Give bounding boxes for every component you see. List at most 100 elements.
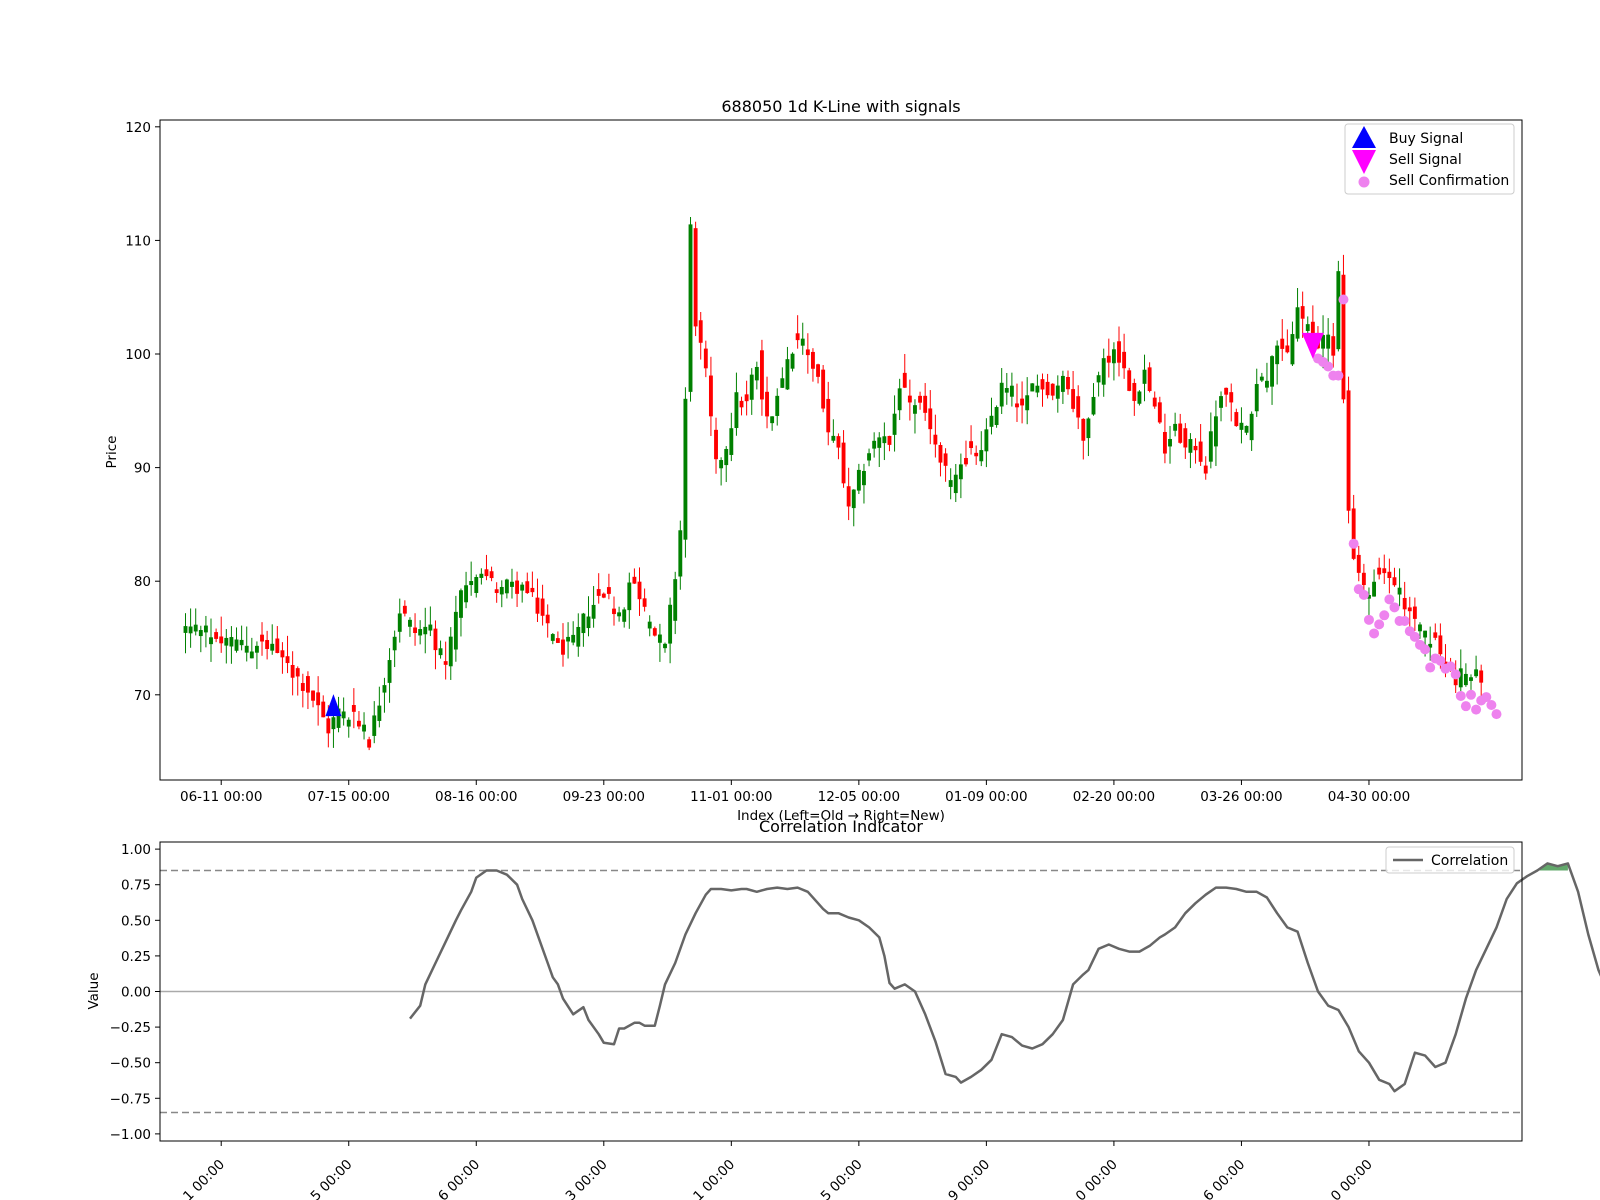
candle-body <box>469 581 474 586</box>
correlation-x-tick-label: 1 00:00 <box>180 1157 228 1200</box>
candle-body <box>790 353 795 369</box>
candle-body <box>1030 383 1035 392</box>
candle-body <box>1249 413 1254 441</box>
candle-body <box>1438 635 1443 655</box>
candle-body <box>209 637 213 645</box>
kline-x-tick-label: 04-30 00:00 <box>1328 789 1410 805</box>
candle-body <box>1009 385 1014 397</box>
candle-body <box>1147 367 1152 391</box>
candle-body <box>826 398 831 433</box>
candle-body <box>489 571 494 579</box>
candle-body <box>714 429 718 460</box>
candle-body <box>1020 398 1025 406</box>
candle-body <box>1015 403 1019 408</box>
candle-body <box>606 587 611 594</box>
candle-body <box>759 350 764 400</box>
candle-body <box>1290 334 1295 365</box>
candle-body <box>841 442 846 484</box>
candle-body <box>1259 376 1264 381</box>
candle-body <box>1295 307 1300 339</box>
sell-confirmation-marker <box>1455 690 1466 701</box>
correlation-plot: 1.00 0.75 0.50 0.25 0.00 −0.25 −0.50 −0.75 −1.00… <box>86 817 1600 1200</box>
candle-body <box>198 630 203 637</box>
candle-body <box>744 394 749 402</box>
correlation-legend: Correlation <box>1385 846 1515 874</box>
candle-body <box>800 338 805 346</box>
correlation-x-ticks: 1 00:00 5 00:00 6 00:00 3 00:00 1 00:00 5 00:… <box>180 1141 1376 1200</box>
candle-body <box>1183 428 1188 448</box>
sell-confirmation-marker <box>1338 294 1349 305</box>
candle-body <box>1055 385 1060 399</box>
kline-y-tick-label: 90 <box>134 461 151 477</box>
candle-body <box>892 413 897 435</box>
candle-body <box>1397 587 1402 595</box>
correlation-y-tick-label: 0.50 <box>121 913 151 929</box>
candle-body <box>418 629 423 636</box>
candle-body <box>499 586 504 595</box>
candle-body <box>203 625 208 633</box>
candle-body <box>387 660 392 683</box>
candle-body <box>974 452 979 457</box>
candle-body <box>474 577 479 593</box>
candle-body <box>1152 397 1157 407</box>
candle-body <box>1203 465 1208 474</box>
candle-body <box>683 398 688 540</box>
candle-body <box>1239 422 1244 430</box>
candle-body <box>357 720 361 727</box>
candle-body <box>397 613 402 632</box>
candle-body <box>882 436 887 444</box>
candle-body <box>1127 370 1132 391</box>
candle-body <box>1173 423 1178 431</box>
correlation-x-tick-label: 1 00:00 <box>690 1157 738 1200</box>
candle-body <box>775 395 780 416</box>
candle-body <box>657 634 662 643</box>
correlation-y-ticks: 1.00 0.75 0.50 0.25 0.00 −0.25 −0.50 −0.75 −1.00 <box>110 842 160 1143</box>
candle-body <box>1060 375 1065 392</box>
correlation-x-tick-label: 0 00:00 <box>1328 1157 1376 1200</box>
correlation-title: Correlation Indicator <box>759 817 923 836</box>
candle-body <box>1224 387 1229 395</box>
candle-body <box>953 474 958 494</box>
candle-body <box>346 719 351 727</box>
correlation-y-tick-label: −0.25 <box>110 1020 151 1036</box>
sell-confirmation-marker <box>1465 689 1476 700</box>
sell-confirmation-marker <box>1379 610 1390 621</box>
kline-y-tick-label: 70 <box>134 688 151 704</box>
candle-body <box>479 573 484 578</box>
candle-body <box>351 705 356 712</box>
candle-body <box>1050 383 1055 396</box>
candle-body <box>795 333 800 341</box>
correlation-x-tick-label: 6 00:00 <box>435 1157 483 1200</box>
correlation-y-label: Value <box>86 972 102 1009</box>
candle-body <box>576 626 581 647</box>
kline-x-ticks: 06-11 00:00 07-15 00:00 08-16 00:00 09-23 0… <box>180 780 1410 805</box>
candle-body <box>1040 379 1045 390</box>
kline-x-tick-label: 08-16 00:00 <box>435 789 517 805</box>
candle-body <box>290 664 295 678</box>
candle-body <box>1270 356 1274 387</box>
candle-body <box>1392 577 1397 586</box>
candle-body <box>311 690 315 701</box>
candle-body <box>561 639 565 655</box>
candle-body <box>1168 438 1172 447</box>
candle-body <box>1433 632 1438 638</box>
kline-y-tick-label: 110 <box>125 233 151 249</box>
correlation-y-tick-label: 0.25 <box>121 949 151 965</box>
candle-body <box>877 437 882 448</box>
candle-body <box>698 320 703 343</box>
candle-body <box>214 632 219 639</box>
candle-body <box>617 612 622 617</box>
candle-body <box>1193 445 1198 451</box>
candle-body <box>300 683 305 691</box>
candle-body <box>999 382 1004 407</box>
candle-body <box>811 351 815 369</box>
candle-body <box>831 435 836 441</box>
candle-body <box>510 581 514 587</box>
candle-body <box>280 650 285 658</box>
candle-body <box>188 626 193 634</box>
candle-body <box>1213 416 1218 447</box>
candle-body <box>326 718 331 734</box>
correlation-x-tick-label: 0 00:00 <box>1073 1157 1121 1200</box>
sell-confirmation-marker <box>1425 662 1436 673</box>
candle-body <box>295 668 300 677</box>
